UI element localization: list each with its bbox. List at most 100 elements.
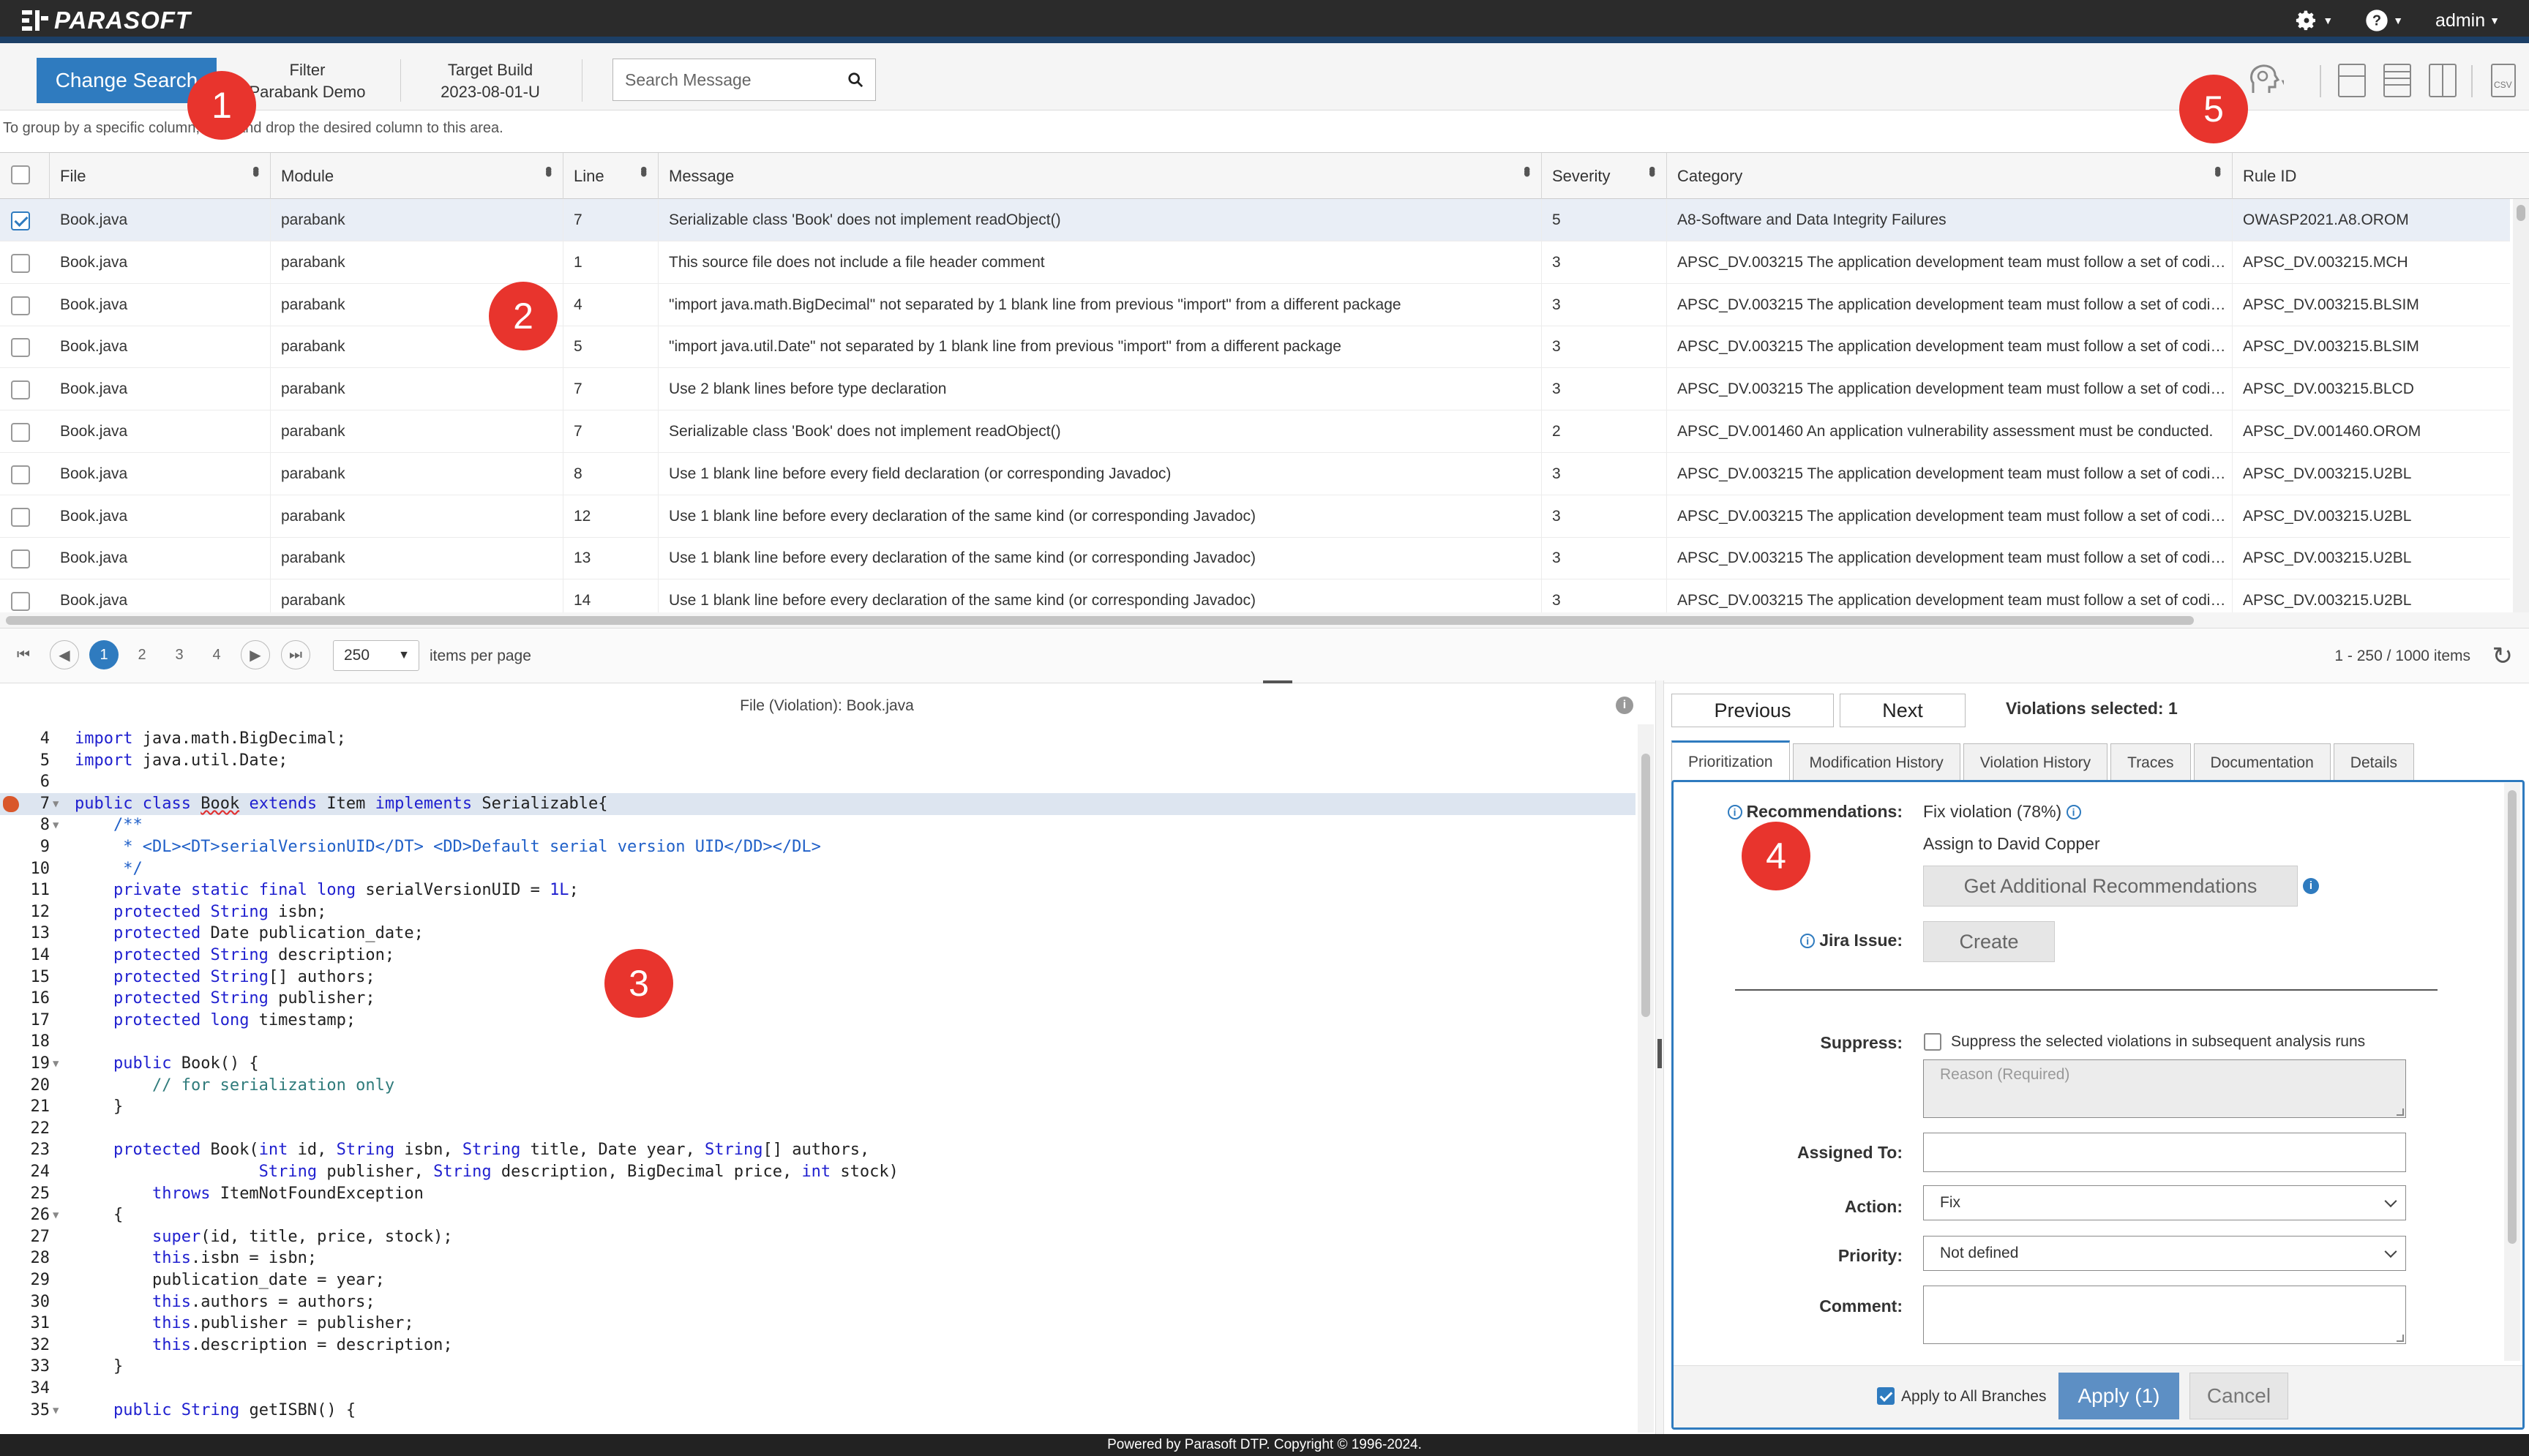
info-icon[interactable]: i bbox=[1616, 697, 1633, 714]
user-menu[interactable]: admin ▼ bbox=[2435, 10, 2500, 31]
scrollbar-thumb[interactable] bbox=[2517, 205, 2525, 221]
search-input[interactable]: Search Message bbox=[612, 59, 876, 101]
row-checkbox[interactable] bbox=[11, 296, 30, 315]
column-header-category[interactable]: Category ••• bbox=[1667, 153, 2233, 199]
panel-resize-handle[interactable] bbox=[1237, 679, 1310, 688]
details-vertical-scrollbar[interactable] bbox=[2504, 783, 2520, 1361]
table-vertical-scrollbar[interactable] bbox=[2513, 199, 2529, 613]
get-additional-recommendations-button[interactable]: Get Additional Recommendations bbox=[1923, 866, 2298, 907]
suppress-checkbox[interactable] bbox=[1924, 1033, 1941, 1051]
prev-page-icon[interactable]: ◀ bbox=[50, 640, 79, 669]
previous-button[interactable]: Previous bbox=[1671, 694, 1834, 727]
column-menu-icon[interactable]: ••• bbox=[633, 166, 655, 173]
priority-select[interactable]: Not defined bbox=[1923, 1236, 2406, 1271]
column-header-file[interactable]: File ••• bbox=[50, 153, 271, 199]
suppress-reason-textarea[interactable]: Reason (Required) bbox=[1923, 1059, 2406, 1118]
refresh-icon[interactable]: ↻ bbox=[2492, 642, 2514, 671]
comment-textarea[interactable] bbox=[1923, 1286, 2406, 1344]
action-select[interactable]: Fix bbox=[1923, 1185, 2406, 1220]
last-page-icon[interactable]: ⏭ bbox=[281, 640, 310, 669]
splitter-grip[interactable] bbox=[1657, 1039, 1662, 1068]
page-3-button[interactable]: 3 bbox=[165, 640, 194, 669]
column-menu-icon[interactable]: ••• bbox=[2207, 166, 2229, 173]
fold-toggle-icon[interactable]: ▼ bbox=[53, 1204, 59, 1226]
row-checkbox[interactable] bbox=[11, 549, 30, 569]
vertical-splitter[interactable] bbox=[1655, 680, 1664, 1434]
fold-toggle-icon[interactable]: ▼ bbox=[53, 1400, 59, 1422]
resize-handle-icon[interactable] bbox=[2397, 1108, 2404, 1116]
tab-modification-history[interactable]: Modification History bbox=[1792, 743, 1960, 781]
layout-horizontal-icon[interactable] bbox=[2338, 64, 2366, 97]
column-header-line[interactable]: Line ••• bbox=[563, 153, 659, 199]
row-checkbox[interactable] bbox=[11, 380, 30, 400]
csv-export-icon[interactable]: CSV bbox=[2491, 64, 2516, 97]
page-4-button[interactable]: 4 bbox=[202, 640, 231, 669]
items-per-page-select[interactable]: 250 ▼ bbox=[333, 640, 419, 671]
table-row[interactable]: Book.java parabank 1 This source file does … bbox=[0, 241, 2510, 284]
table-row[interactable]: Book.java parabank 7 Serializable class 'Bo… bbox=[0, 199, 2510, 241]
table-row[interactable]: Book.java parabank 14 Use 1 blank line befo… bbox=[0, 579, 2510, 613]
table-row[interactable]: Book.java parabank 7 Serializable class 'Bo… bbox=[0, 410, 2510, 453]
row-checkbox[interactable] bbox=[11, 253, 30, 273]
table-horizontal-scrollbar[interactable] bbox=[0, 612, 2529, 628]
column-header-rule-id[interactable]: Rule ID bbox=[2233, 153, 2511, 199]
tab-traces[interactable]: Traces bbox=[2110, 743, 2191, 781]
resize-handle-icon[interactable] bbox=[2397, 1335, 2404, 1342]
tab-details[interactable]: Details bbox=[2333, 743, 2414, 781]
column-menu-icon[interactable]: ••• bbox=[245, 166, 267, 173]
help-menu[interactable]: ? ▼ bbox=[2365, 9, 2403, 32]
table-row[interactable]: Book.java parabank 4 "import java.math.BigD… bbox=[0, 283, 2510, 326]
scrollbar-thumb[interactable] bbox=[1641, 754, 1650, 1017]
cancel-button[interactable]: Cancel bbox=[2189, 1373, 2288, 1419]
column-menu-icon[interactable]: ••• bbox=[538, 166, 560, 173]
assigned-to-input[interactable] bbox=[1923, 1133, 2406, 1172]
apply-all-branches-checkbox[interactable] bbox=[1877, 1387, 1895, 1405]
next-page-icon[interactable]: ▶ bbox=[241, 640, 270, 669]
row-checkbox[interactable] bbox=[11, 592, 30, 612]
row-checkbox[interactable] bbox=[11, 423, 30, 442]
search-icon[interactable] bbox=[847, 72, 863, 88]
layout-table-icon[interactable] bbox=[2383, 64, 2411, 97]
fold-toggle-icon[interactable]: ▼ bbox=[53, 814, 59, 836]
info-icon[interactable]: i bbox=[2066, 805, 2081, 819]
code-vertical-scrollbar[interactable] bbox=[1638, 724, 1654, 1433]
info-icon[interactable]: i bbox=[1727, 805, 1742, 819]
fold-toggle-icon[interactable]: ▼ bbox=[53, 1053, 59, 1075]
parasoft-logo[interactable]: PARASOFT bbox=[22, 7, 191, 34]
create-jira-button[interactable]: Create bbox=[1923, 921, 2055, 962]
scrollbar-thumb[interactable] bbox=[2508, 790, 2517, 1244]
scrollbar-thumb[interactable] bbox=[6, 616, 2194, 625]
page-1-button[interactable]: 1 bbox=[89, 640, 119, 669]
source-code-viewer[interactable]: 4 import java.math.BigDecimal; 5 import jav… bbox=[0, 724, 1636, 1433]
layout-vertical-icon[interactable] bbox=[2429, 64, 2457, 97]
table-row[interactable]: Book.java parabank 12 Use 1 blank line befo… bbox=[0, 495, 2510, 538]
settings-menu[interactable]: ▼ bbox=[2295, 9, 2333, 32]
row-checkbox[interactable] bbox=[11, 211, 30, 230]
column-header-severity[interactable]: Severity ••• bbox=[1542, 153, 1667, 199]
select-all-checkbox[interactable] bbox=[11, 165, 30, 184]
column-menu-icon[interactable]: ••• bbox=[1641, 166, 1663, 173]
target-build-info[interactable]: Target Build 2023-08-01-U bbox=[417, 59, 563, 103]
fold-toggle-icon[interactable]: ▼ bbox=[53, 793, 59, 815]
table-row[interactable]: Book.java parabank 8 Use 1 blank line befor… bbox=[0, 452, 2510, 495]
apply-button[interactable]: Apply (1) bbox=[2058, 1373, 2179, 1419]
info-icon[interactable]: i bbox=[1800, 934, 1816, 948]
row-checkbox[interactable] bbox=[11, 465, 30, 484]
tab-documentation[interactable]: Documentation bbox=[2193, 743, 2331, 781]
filter-info[interactable]: Filter Parabank Demo bbox=[241, 59, 373, 103]
tab-violation-history[interactable]: Violation History bbox=[1963, 743, 2108, 781]
first-page-icon[interactable]: ⏮ bbox=[9, 640, 38, 669]
table-row[interactable]: Book.java parabank 7 Use 2 blank lines befo… bbox=[0, 368, 2510, 411]
column-header-message[interactable]: Message ••• bbox=[659, 153, 1542, 199]
row-checkbox[interactable] bbox=[11, 507, 30, 527]
ai-assistant-button[interactable]: ▼ bbox=[2249, 64, 2289, 100]
column-header-module[interactable]: Module ••• bbox=[271, 153, 563, 199]
row-checkbox[interactable] bbox=[11, 338, 30, 358]
page-2-button[interactable]: 2 bbox=[127, 640, 157, 669]
table-row[interactable]: Book.java parabank 5 "import java.util.Date… bbox=[0, 326, 2510, 369]
info-icon[interactable]: i bbox=[2303, 876, 2319, 894]
next-button[interactable]: Next bbox=[1840, 694, 1966, 727]
tab-prioritization[interactable]: Prioritization bbox=[1671, 740, 1790, 781]
column-menu-icon[interactable]: ••• bbox=[1516, 166, 1538, 173]
table-row[interactable]: Book.java parabank 13 Use 1 blank line befo… bbox=[0, 537, 2510, 580]
